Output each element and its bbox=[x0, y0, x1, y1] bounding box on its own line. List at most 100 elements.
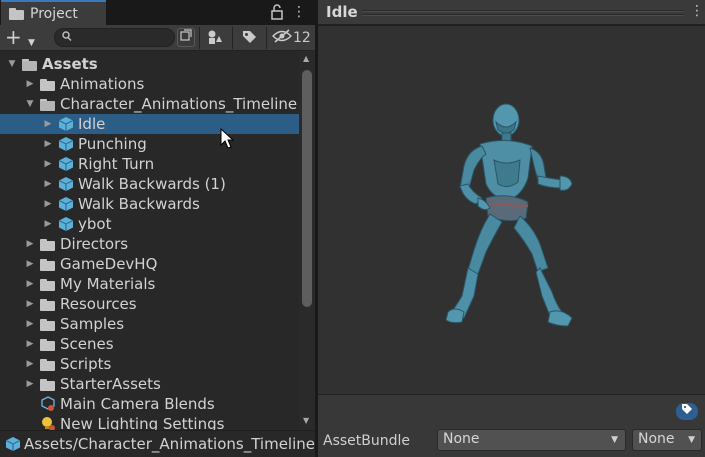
tree-item-label: Main Camera Blends bbox=[60, 395, 215, 413]
expand-arrow-right-icon[interactable]: ▶ bbox=[25, 299, 35, 309]
tree-item-label: Idle bbox=[78, 115, 106, 133]
tree-item-label: GameDevHQ bbox=[60, 255, 158, 273]
tree-item[interactable]: ▶ ybot bbox=[0, 214, 299, 234]
preview-panel: Idle ⋮ AssetBundle None ▼ None ▼ bbox=[318, 0, 705, 457]
filter-by-type-icon[interactable] bbox=[206, 29, 224, 47]
expand-arrow-right-icon[interactable]: ▶ bbox=[43, 179, 53, 189]
expand-arrow-right-icon[interactable]: ▶ bbox=[43, 139, 53, 149]
animation-model-icon bbox=[58, 116, 74, 136]
expand-arrow-right-icon[interactable]: ▶ bbox=[25, 319, 35, 329]
tree-item[interactable]: ▶ GameDevHQ bbox=[0, 254, 299, 274]
tree-item[interactable]: ▶ Samples bbox=[0, 314, 299, 334]
expand-arrow-right-icon[interactable]: ▶ bbox=[25, 339, 35, 349]
tab-project[interactable]: Project bbox=[1, 0, 106, 25]
character-model-figure bbox=[445, 103, 573, 327]
expand-arrow-right-icon[interactable]: ▶ bbox=[25, 279, 35, 289]
tree-item-label: New Lighting Settings bbox=[60, 415, 225, 430]
animation-model-icon bbox=[58, 196, 74, 216]
expand-arrow-down-icon[interactable]: ▼ bbox=[7, 59, 17, 69]
tree-item-label: Character_Animations_Timeline bbox=[60, 95, 298, 113]
asset-bundle-name-dropdown[interactable]: None ▼ bbox=[437, 429, 626, 451]
panel-menu-button[interactable]: ⋮ bbox=[292, 3, 306, 21]
chevron-down-icon: ▼ bbox=[611, 435, 618, 445]
asset-bundle-variant-value: None bbox=[638, 431, 675, 447]
expand-arrow-right-icon[interactable]: ▶ bbox=[43, 219, 53, 229]
tree-item-label: StarterAssets bbox=[60, 375, 161, 393]
expand-arrow-right-icon[interactable]: ▶ bbox=[43, 119, 53, 129]
tree-item[interactable]: ▶ Scripts bbox=[0, 354, 299, 374]
tree-item[interactable]: ▶ Walk Backwards bbox=[0, 194, 299, 214]
tree-item-label: Assets bbox=[42, 55, 98, 73]
hidden-packages-toggle[interactable]: 12 bbox=[272, 28, 311, 48]
tree-item-label: Directors bbox=[60, 235, 129, 253]
tree-item[interactable]: ▶ Walk Backwards (1) bbox=[0, 174, 299, 194]
tree-item[interactable]: ▼ Assets bbox=[0, 54, 299, 74]
toolbar-divider bbox=[266, 27, 267, 49]
plus-icon: + bbox=[5, 25, 22, 49]
scrollbar-thumb[interactable] bbox=[302, 70, 312, 307]
tree-item[interactable]: ▶ My Materials bbox=[0, 274, 299, 294]
search-box bbox=[54, 28, 175, 47]
project-tab-bar: Project ⋮ bbox=[0, 0, 315, 25]
animation-model-icon bbox=[58, 156, 74, 176]
asset-labels-button[interactable] bbox=[676, 403, 698, 420]
asset-bundle-label: AssetBundle bbox=[323, 433, 411, 449]
preview-menu-button[interactable]: ⋮ bbox=[690, 3, 704, 19]
create-asset-button[interactable]: + ▼ bbox=[5, 27, 41, 49]
tag-icon bbox=[681, 404, 693, 418]
tree-item-label: Samples bbox=[60, 315, 125, 333]
tree-item[interactable]: New Lighting Settings bbox=[0, 414, 299, 430]
tree-item[interactable]: ▶ Idle bbox=[0, 114, 299, 134]
filter-by-label-icon[interactable] bbox=[240, 29, 258, 47]
tree-item[interactable]: Main Camera Blends bbox=[0, 394, 299, 414]
project-tree: ▼ Assets ▶ Animations ▼ Character_Animations_… bbox=[0, 51, 299, 430]
folder-icon bbox=[40, 319, 55, 335]
animation-model-icon bbox=[58, 176, 74, 196]
project-panel: Project ⋮ + ▼ 12 ▼ Assets ▶ Animations ▼… bbox=[0, 0, 315, 457]
tree-scrollbar[interactable]: ▲ ▼ bbox=[299, 51, 315, 430]
expand-arrow-right-icon[interactable]: ▶ bbox=[25, 259, 35, 269]
tree-item-label: Punching bbox=[78, 135, 147, 153]
expand-arrow-right-icon[interactable]: ▶ bbox=[43, 159, 53, 169]
tree-item-label: Right Turn bbox=[78, 155, 155, 173]
expand-arrow-right-icon[interactable]: ▶ bbox=[25, 239, 35, 249]
tree-item[interactable]: ▶ Scenes bbox=[0, 334, 299, 354]
scroll-up-icon[interactable]: ▲ bbox=[303, 54, 309, 63]
tree-item[interactable]: ▶ Punching bbox=[0, 134, 299, 154]
search-mode-icon[interactable] bbox=[177, 28, 195, 47]
toolbar-divider bbox=[199, 27, 200, 49]
tree-item[interactable]: ▶ Resources bbox=[0, 294, 299, 314]
path-bar: Assets/Character_Animations_Timeline/ bbox=[0, 430, 315, 457]
project-toolbar: + ▼ 12 bbox=[0, 25, 315, 51]
model-preview-viewport[interactable] bbox=[318, 26, 705, 394]
lighting-settings-icon bbox=[40, 416, 56, 430]
expand-arrow-right-icon[interactable]: ▶ bbox=[25, 359, 35, 369]
asset-bundle-variant-dropdown[interactable]: None ▼ bbox=[632, 429, 702, 451]
asset-bundle-name-value: None bbox=[443, 431, 480, 447]
tree-item-label: Animations bbox=[60, 75, 145, 93]
animation-model-icon bbox=[58, 136, 74, 156]
animation-model-icon bbox=[58, 216, 74, 236]
search-icon bbox=[62, 30, 72, 45]
tree-item[interactable]: ▶ StarterAssets bbox=[0, 374, 299, 394]
toolbar-divider bbox=[232, 27, 233, 49]
camera-blend-icon bbox=[40, 396, 56, 416]
animation-model-icon bbox=[5, 436, 21, 452]
expand-arrow-right-icon[interactable]: ▶ bbox=[43, 199, 53, 209]
expand-arrow-down-icon[interactable]: ▼ bbox=[25, 99, 35, 109]
tree-item[interactable]: ▶ Directors bbox=[0, 234, 299, 254]
header-grip-line bbox=[362, 10, 684, 12]
header-grip-line bbox=[362, 14, 684, 16]
tree-item[interactable]: ▶ Animations bbox=[0, 74, 299, 94]
folder-open-icon bbox=[22, 59, 37, 75]
scroll-down-icon[interactable]: ▼ bbox=[303, 416, 309, 425]
expand-arrow-right-icon[interactable]: ▶ bbox=[25, 379, 35, 389]
tree-item[interactable]: ▼ Character_Animations_Timeline bbox=[0, 94, 299, 114]
search-input[interactable] bbox=[77, 30, 172, 45]
tab-project-label: Project bbox=[30, 5, 78, 22]
expand-arrow-right-icon[interactable]: ▶ bbox=[25, 79, 35, 89]
tree-item[interactable]: ▶ Right Turn bbox=[0, 154, 299, 174]
lock-icon[interactable] bbox=[271, 4, 283, 20]
tree-item-label: Walk Backwards bbox=[78, 195, 200, 213]
tree-item-label: Walk Backwards (1) bbox=[78, 175, 226, 193]
